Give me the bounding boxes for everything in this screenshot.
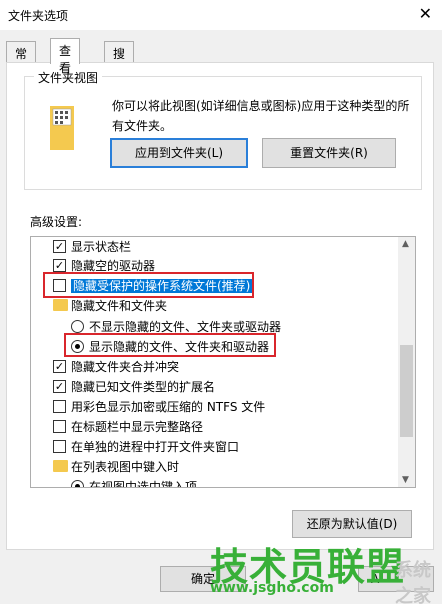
watermark-secondary: 系统之家	[395, 560, 431, 604]
checkbox[interactable]: ✓	[53, 380, 66, 393]
setting-show-status-bar[interactable]: ✓ 显示状态栏	[53, 237, 131, 257]
watermark-url: www.jsgho.com	[210, 580, 334, 596]
advanced-settings-label: 高级设置:	[30, 215, 83, 229]
tab-view[interactable]: 查看	[50, 38, 81, 75]
checkbox[interactable]: ✓	[53, 259, 66, 272]
setting-separate-process[interactable]: 在单独的进程中打开文件夹窗口	[53, 437, 239, 457]
setting-label: 不显示隐藏的文件、文件夹或驱动器	[89, 320, 282, 334]
tab-general[interactable]: 常规	[6, 41, 37, 78]
scroll-thumb[interactable]	[400, 345, 413, 437]
close-icon[interactable]: ✕	[419, 4, 432, 23]
apply-to-folders-button[interactable]: 应用到文件夹(L)	[110, 138, 248, 168]
tree-scrollbar[interactable]: ▲ ▼	[398, 237, 415, 487]
highlight-box-protected-files	[43, 272, 254, 298]
radio-button[interactable]	[71, 320, 84, 333]
checkbox[interactable]: ✓	[53, 240, 66, 253]
setting-hide-extensions[interactable]: ✓ 隐藏已知文件类型的扩展名	[53, 377, 215, 397]
setting-full-path-title[interactable]: 在标题栏中显示完整路径	[53, 417, 203, 437]
checkbox[interactable]: ✓	[53, 360, 66, 373]
window-title: 文件夹选项	[8, 9, 69, 23]
scroll-up-icon[interactable]: ▲	[402, 239, 409, 249]
setting-label: 在单独的进程中打开文件夹窗口	[71, 440, 240, 454]
restore-defaults-button[interactable]: 还原为默认值(D)	[292, 510, 412, 538]
folder-icon	[53, 460, 68, 472]
setting-label: 显示状态栏	[71, 240, 132, 254]
title-bar: 文件夹选项 ✕	[0, 0, 442, 30]
scroll-down-icon[interactable]: ▼	[402, 475, 409, 485]
setting-label: 在标题栏中显示完整路径	[71, 420, 204, 434]
setting-label: 隐藏文件和文件夹	[71, 299, 168, 313]
folder-icon	[53, 299, 68, 311]
tab-search[interactable]: 搜索	[104, 41, 135, 78]
setting-select-typed-item[interactable]: 在视图中选中键入项	[71, 477, 198, 488]
setting-hide-merge-conflicts[interactable]: ✓ 隐藏文件夹合并冲突	[53, 357, 179, 377]
setting-label: 隐藏文件夹合并冲突	[71, 360, 180, 374]
setting-list-view-typing-group: 在列表视图中键入时	[53, 457, 179, 477]
setting-label: 隐藏已知文件类型的扩展名	[71, 380, 216, 394]
setting-label: 用彩色显示加密或压缩的 NTFS 文件	[71, 400, 266, 414]
setting-label: 在列表视图中键入时	[71, 460, 180, 474]
folder-view-icon	[50, 106, 74, 150]
checkbox[interactable]	[53, 400, 66, 413]
setting-color-ntfs[interactable]: 用彩色显示加密或压缩的 NTFS 文件	[53, 397, 265, 417]
checkbox[interactable]	[53, 440, 66, 453]
radio-button[interactable]	[71, 480, 84, 487]
folder-views-description: 你可以将此视图(如详细信息或图标)应用于这种类型的所有文件夹。	[112, 99, 410, 133]
setting-label: 在视图中选中键入项	[89, 480, 198, 488]
checkbox[interactable]	[53, 420, 66, 433]
setting-label: 隐藏空的驱动器	[71, 259, 156, 273]
setting-hidden-files-group: 隐藏文件和文件夹	[53, 296, 167, 316]
highlight-box-show-hidden	[64, 333, 276, 357]
reset-folders-button[interactable]: 重置文件夹(R)	[262, 138, 396, 168]
